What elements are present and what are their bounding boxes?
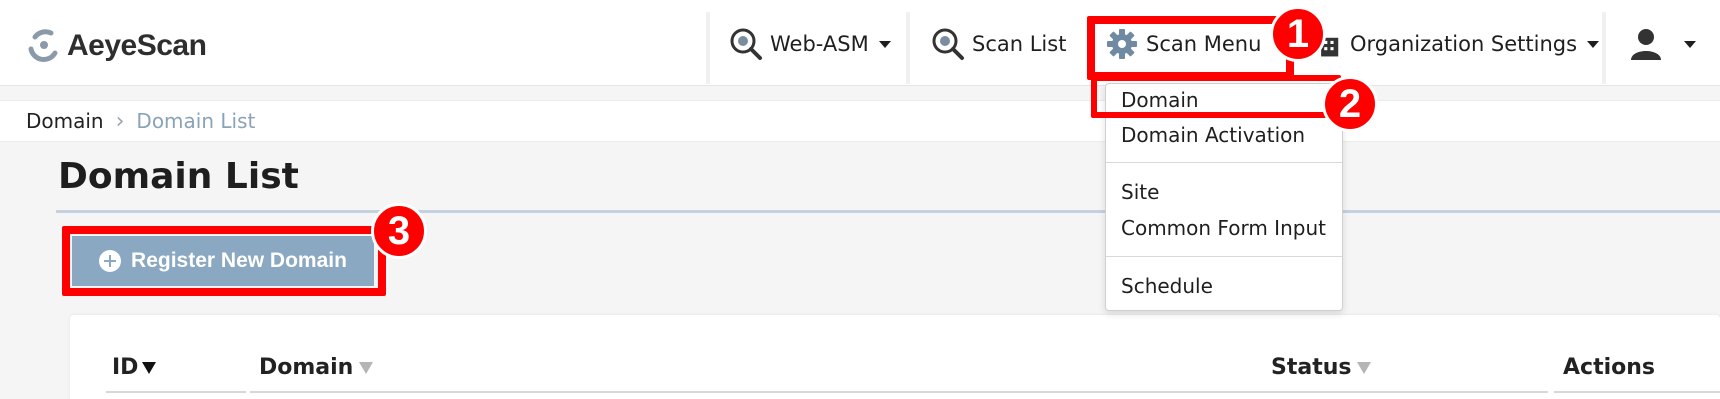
sort-icon bbox=[359, 361, 374, 374]
title-divider bbox=[56, 210, 1720, 213]
sort-icon bbox=[1357, 361, 1372, 374]
column-divider bbox=[250, 391, 1330, 393]
magnifier-icon bbox=[932, 28, 964, 60]
nav-separator bbox=[706, 12, 710, 84]
chevron-down-icon bbox=[878, 40, 891, 48]
column-header-actions: Actions bbox=[1563, 355, 1655, 380]
callout-badge-3: 3 bbox=[371, 203, 427, 259]
menu-divider bbox=[1106, 256, 1342, 257]
menu-divider bbox=[1106, 162, 1342, 163]
nav-scan-list-label: Scan List bbox=[972, 32, 1067, 56]
nav-organization-settings-label: Organization Settings bbox=[1350, 32, 1578, 56]
column-divider bbox=[1554, 391, 1720, 393]
nav-user-menu[interactable] bbox=[1628, 24, 1696, 64]
callout-highlight-domain bbox=[1091, 75, 1341, 118]
domain-table: ID Domain Status Actions bbox=[70, 315, 1720, 399]
column-header-status[interactable]: Status bbox=[1271, 355, 1372, 380]
chevron-down-icon bbox=[1587, 40, 1600, 48]
nav-web-asm[interactable]: Web-ASM bbox=[728, 24, 891, 64]
callout-badge-2: 2 bbox=[1322, 76, 1378, 132]
menu-item-site[interactable]: Site bbox=[1121, 180, 1159, 204]
nav-organization-settings[interactable]: Organization Settings bbox=[1318, 24, 1600, 64]
menu-item-domain-activation[interactable]: Domain Activation bbox=[1121, 123, 1305, 147]
logo[interactable]: AeyeScan bbox=[25, 26, 207, 66]
nav-separator bbox=[906, 12, 910, 84]
breadcrumb-current: Domain List bbox=[136, 109, 256, 133]
user-icon bbox=[1631, 29, 1661, 60]
logo-text: AeyeScan bbox=[67, 29, 207, 62]
sort-desc-icon bbox=[142, 361, 157, 374]
top-navbar: AeyeScan Web-ASM Scan List Scan Menu Org… bbox=[0, 0, 1720, 86]
page-title: Domain List bbox=[58, 156, 299, 197]
magnifier-icon bbox=[730, 28, 762, 60]
callout-badge-1: 1 bbox=[1270, 6, 1326, 62]
nav-separator bbox=[1602, 12, 1606, 84]
chevron-down-icon bbox=[1684, 40, 1696, 48]
menu-item-common-form-input[interactable]: Common Form Input bbox=[1121, 216, 1326, 240]
column-header-id[interactable]: ID bbox=[112, 355, 157, 380]
page: AeyeScan Web-ASM Scan List Scan Menu Org… bbox=[0, 0, 1720, 399]
breadcrumb-root[interactable]: Domain bbox=[26, 109, 104, 133]
chevron-right-icon: › bbox=[115, 108, 125, 134]
callout-highlight-register-button bbox=[62, 226, 386, 296]
column-divider bbox=[106, 391, 246, 393]
breadcrumb: Domain › Domain List bbox=[0, 100, 1720, 142]
nav-scan-list[interactable]: Scan List bbox=[930, 24, 1066, 64]
logo-icon bbox=[28, 29, 58, 62]
column-header-domain[interactable]: Domain bbox=[259, 355, 374, 380]
menu-item-schedule[interactable]: Schedule bbox=[1121, 274, 1213, 298]
nav-web-asm-label: Web-ASM bbox=[770, 32, 869, 56]
callout-highlight-scan-menu bbox=[1087, 16, 1294, 80]
column-divider bbox=[1262, 391, 1548, 393]
